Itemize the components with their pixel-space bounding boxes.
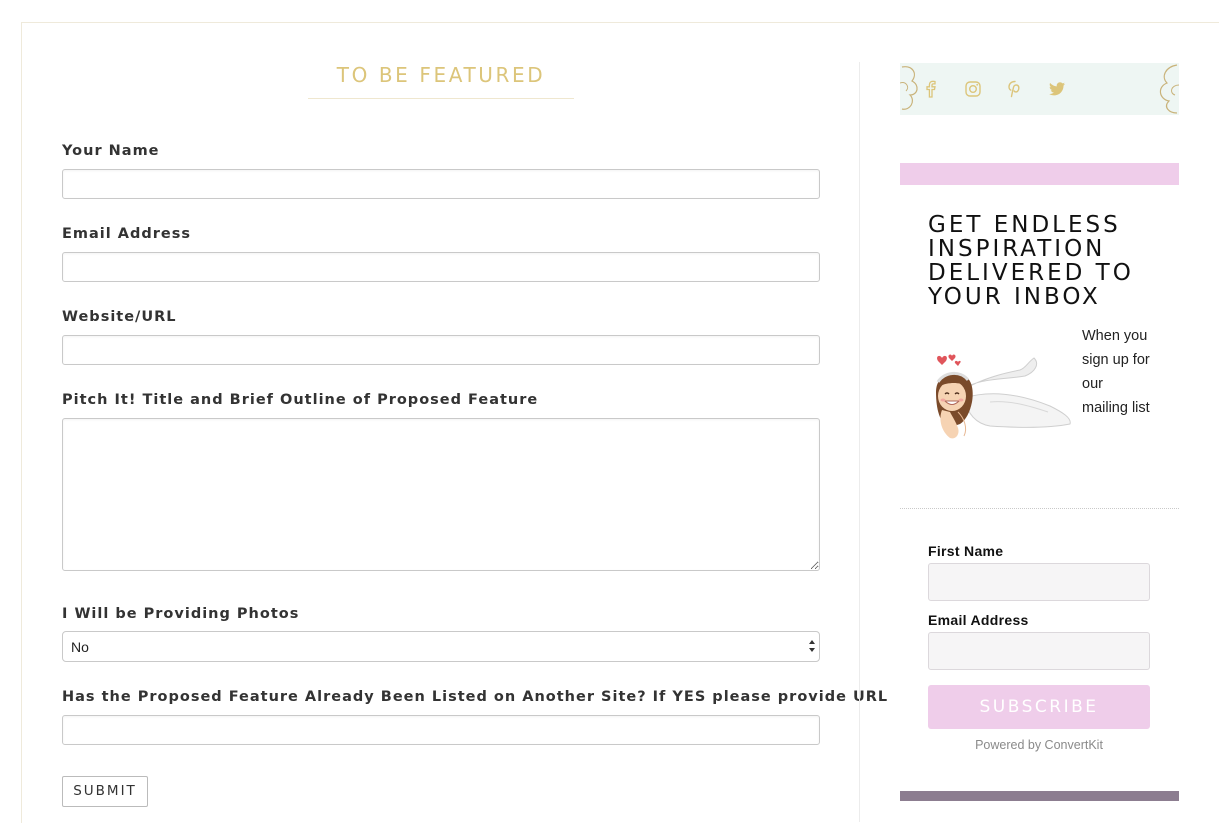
newsletter-accent-bar xyxy=(900,163,1179,185)
listed-url-input[interactable] xyxy=(62,715,820,745)
page-title: TO BE FEATURED xyxy=(308,62,574,99)
floral-decoration-right xyxy=(1159,64,1179,114)
submit-button[interactable]: SUBMIT xyxy=(62,776,148,807)
first-name-input[interactable] xyxy=(928,563,1150,601)
listed-label: Has the Proposed Feature Already Been Li… xyxy=(62,689,889,705)
website-label: Website/URL xyxy=(62,309,177,325)
instagram-icon[interactable] xyxy=(964,80,982,98)
newsletter-description: When you sign up for our mailing list xyxy=(1082,328,1150,416)
pitch-textarea[interactable] xyxy=(62,418,820,571)
photos-select[interactable]: No xyxy=(62,631,820,662)
photos-select-value: No xyxy=(71,639,89,655)
pinterest-icon[interactable] xyxy=(1006,80,1024,98)
name-input[interactable] xyxy=(62,169,820,199)
newsletter-email-input[interactable] xyxy=(928,632,1150,670)
first-name-label: First Name xyxy=(928,543,1004,559)
subscribe-button[interactable]: SUBSCRIBE xyxy=(928,685,1150,729)
sidebar-divider xyxy=(859,62,860,822)
bride-illustration xyxy=(936,354,1071,439)
footer-accent-bar xyxy=(900,791,1179,801)
pitch-label: Pitch It! Title and Brief Outline of Pro… xyxy=(62,392,539,408)
website-input[interactable] xyxy=(62,335,820,365)
floral-decoration-left xyxy=(900,66,918,110)
name-label: Your Name xyxy=(62,143,160,159)
social-bar xyxy=(900,63,1179,115)
dotted-divider xyxy=(900,508,1179,509)
photos-label: I Will be Providing Photos xyxy=(62,606,300,622)
facebook-icon[interactable] xyxy=(922,80,940,98)
twitter-icon[interactable] xyxy=(1048,80,1066,98)
newsletter-email-label: Email Address xyxy=(928,612,1029,628)
select-arrows-icon xyxy=(809,640,815,652)
newsletter-title: GET ENDLESS INSPIRATION DELIVERED TO YOU… xyxy=(928,212,1134,310)
email-input[interactable] xyxy=(62,252,820,282)
email-label: Email Address xyxy=(62,226,192,242)
powered-by-link[interactable]: Powered by ConvertKit xyxy=(928,738,1150,752)
